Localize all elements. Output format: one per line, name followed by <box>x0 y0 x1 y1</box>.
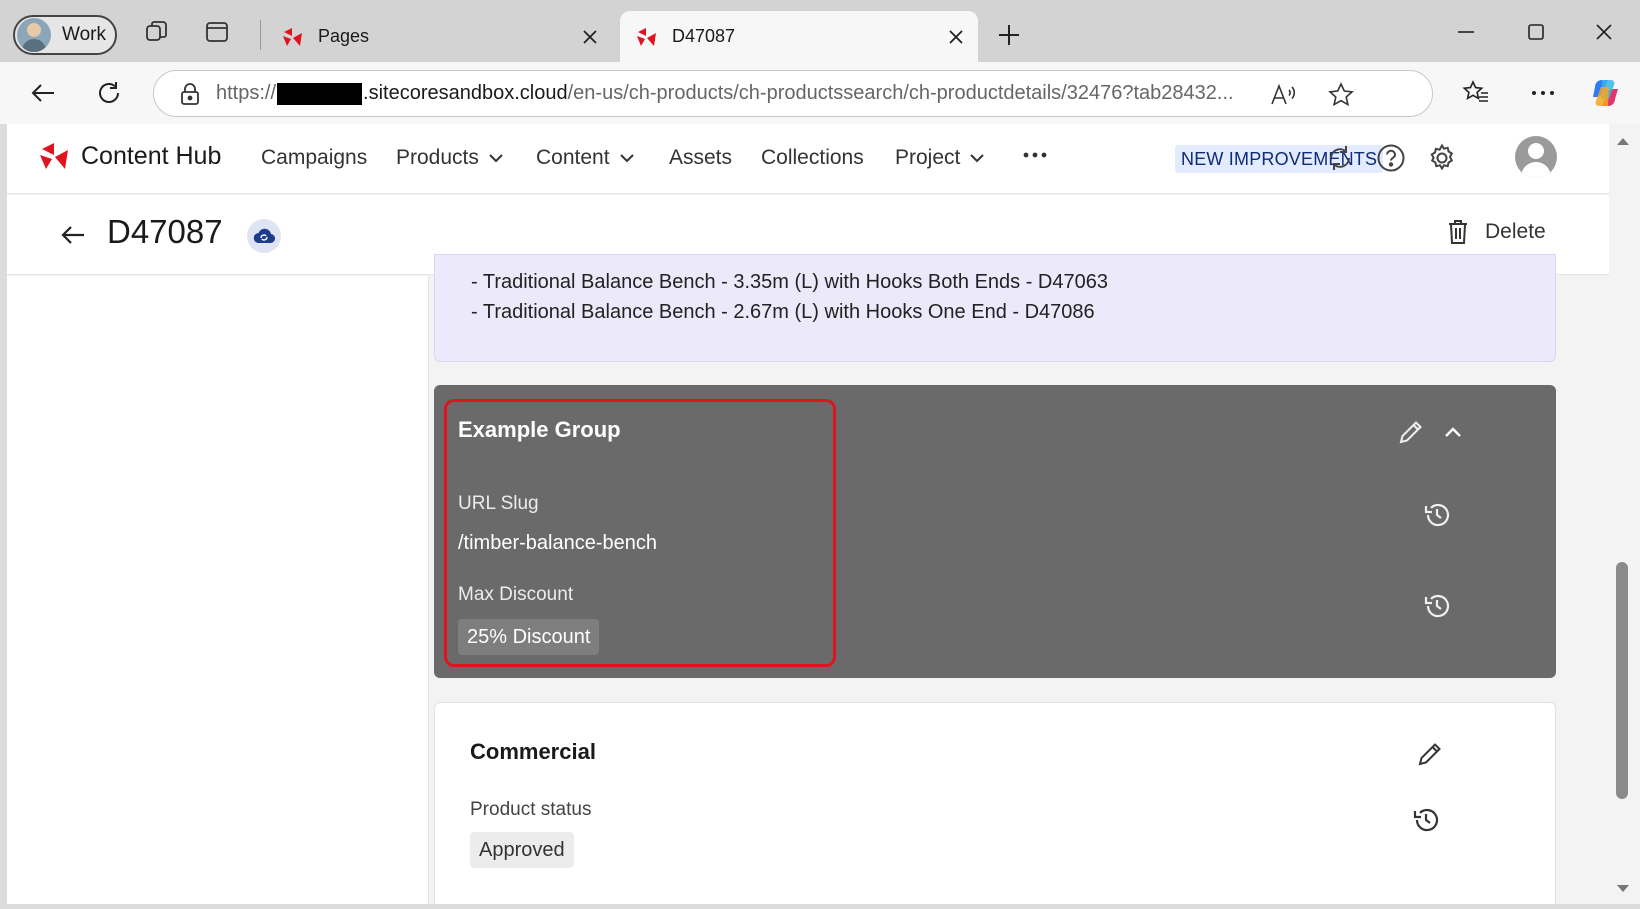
help-icon[interactable] <box>1372 139 1410 177</box>
menu-project[interactable]: Project <box>895 146 985 170</box>
brand[interactable]: Content Hub <box>37 138 221 174</box>
sitecore-favicon-icon <box>283 27 302 46</box>
max-discount-chip: 25% Discount <box>458 619 600 655</box>
content-hub-app: Content Hub Campaigns Products Content A… <box>7 124 1609 904</box>
product-status-label: Product status <box>470 799 592 820</box>
menu-assets[interactable]: Assets <box>669 146 732 170</box>
url-slug-label: URL Slug <box>458 493 539 514</box>
copilot-icon[interactable] <box>1585 73 1625 113</box>
scroll-up-arrow-icon[interactable] <box>1614 134 1632 148</box>
trash-icon <box>1449 220 1467 244</box>
left-sidebar <box>7 276 429 904</box>
brand-name: Content Hub <box>81 141 222 170</box>
example-group-card: Example Group URL Slug /timber-balance-b… <box>434 385 1556 678</box>
user-avatar[interactable] <box>1515 136 1557 178</box>
chevron-down-icon <box>970 153 985 162</box>
related-products-card: - Traditional Balance Bench - 3.35m (L) … <box>434 254 1556 362</box>
gear-icon[interactable] <box>1423 139 1461 177</box>
history-icon[interactable] <box>1420 589 1454 623</box>
lock-icon[interactable] <box>178 81 202 107</box>
tab-pages[interactable]: Pages <box>266 11 612 62</box>
cloud-sync-icon[interactable] <box>247 219 281 253</box>
profile-avatar <box>17 18 51 52</box>
read-aloud-icon[interactable] <box>1268 80 1298 110</box>
app-header: Content Hub Campaigns Products Content A… <box>7 124 1609 194</box>
favorites-icon[interactable] <box>1456 73 1496 113</box>
close-window-icon[interactable] <box>1582 14 1626 50</box>
more-menu-icon[interactable] <box>1523 73 1563 113</box>
menu-label: Project <box>895 146 961 169</box>
max-discount-label: Max Discount <box>458 584 574 605</box>
menu-products[interactable]: Products <box>396 146 503 170</box>
page-title: D47087 <box>107 213 223 250</box>
tab-d47087[interactable]: D47087 <box>620 11 978 62</box>
url-host: .sitecoresandbox.cloud <box>363 82 568 104</box>
related-product-item[interactable]: - Traditional Balance Bench - 3.35m (L) … <box>471 271 1108 294</box>
url-slug-value: /timber-balance-bench <box>458 532 657 554</box>
delete-label: Delete <box>1485 220 1546 243</box>
new-tab-button[interactable] <box>994 20 1024 50</box>
history-icon[interactable] <box>1420 498 1454 532</box>
related-product-item[interactable]: - Traditional Balance Bench - 2.67m (L) … <box>471 301 1095 324</box>
menu-content[interactable]: Content <box>536 146 634 170</box>
tab-title: Pages <box>318 26 370 46</box>
tab-title: D47087 <box>672 26 736 46</box>
menu-label: Products <box>396 146 479 169</box>
sitecore-logo-icon <box>40 143 68 169</box>
more-menu-icon[interactable] <box>1023 152 1047 158</box>
chevron-up-icon[interactable] <box>1436 415 1470 449</box>
url-prefix: https:// <box>216 82 277 104</box>
commercial-card: Commercial Product status Approved <box>434 702 1556 904</box>
scroll-down-arrow-icon[interactable] <box>1614 882 1632 896</box>
refresh-icon[interactable] <box>89 73 129 113</box>
url-path: /en-us/ch-products/ch-productssearch/ch-… <box>567 82 1234 104</box>
menu-label: Content <box>536 146 610 169</box>
chevron-down-icon <box>489 153 503 162</box>
profile-label: Work <box>62 24 106 45</box>
tab-strip-divider <box>260 20 261 50</box>
redacted-block <box>277 82 363 105</box>
back-arrow-icon[interactable] <box>55 217 91 253</box>
url-text: https:// .sitecoresandbox.cloud /en-us/c… <box>216 82 1234 105</box>
sync-icon[interactable] <box>1321 139 1359 177</box>
close-icon[interactable] <box>938 19 974 55</box>
favorite-star-icon[interactable] <box>1326 80 1356 110</box>
menu-label: Assets <box>669 146 733 169</box>
product-status-chip: Approved <box>470 832 574 868</box>
sitecore-favicon-icon <box>637 27 656 46</box>
minimize-icon[interactable] <box>1444 14 1488 50</box>
browser-back-icon[interactable] <box>23 73 63 113</box>
edit-pencil-icon[interactable] <box>1394 415 1428 449</box>
browser-tab-strip: Work Pages D47087 <box>0 0 1640 62</box>
menu-label: Collections <box>761 146 864 169</box>
group-title: Example Group <box>458 417 621 442</box>
browser-toolbar: https:// .sitecoresandbox.cloud /en-us/c… <box>0 62 1640 124</box>
workspaces-icon[interactable] <box>143 18 171 46</box>
edit-pencil-icon[interactable] <box>1413 737 1447 771</box>
close-icon[interactable] <box>572 19 608 55</box>
address-bar[interactable]: https:// .sitecoresandbox.cloud /en-us/c… <box>153 70 1433 117</box>
profile-button[interactable]: Work <box>13 15 117 55</box>
menu-campaigns[interactable]: Campaigns <box>261 146 367 170</box>
menu-collections[interactable]: Collections <box>761 146 864 170</box>
commercial-title: Commercial <box>470 739 596 764</box>
chevron-down-icon <box>619 153 634 162</box>
delete-button[interactable]: Delete <box>1447 219 1546 245</box>
vertical-tabs-icon[interactable] <box>203 18 231 46</box>
maximize-icon[interactable] <box>1514 14 1558 50</box>
scrollbar-thumb[interactable] <box>1616 562 1628 799</box>
history-icon[interactable] <box>1409 803 1443 837</box>
menu-label: Campaigns <box>261 146 368 169</box>
